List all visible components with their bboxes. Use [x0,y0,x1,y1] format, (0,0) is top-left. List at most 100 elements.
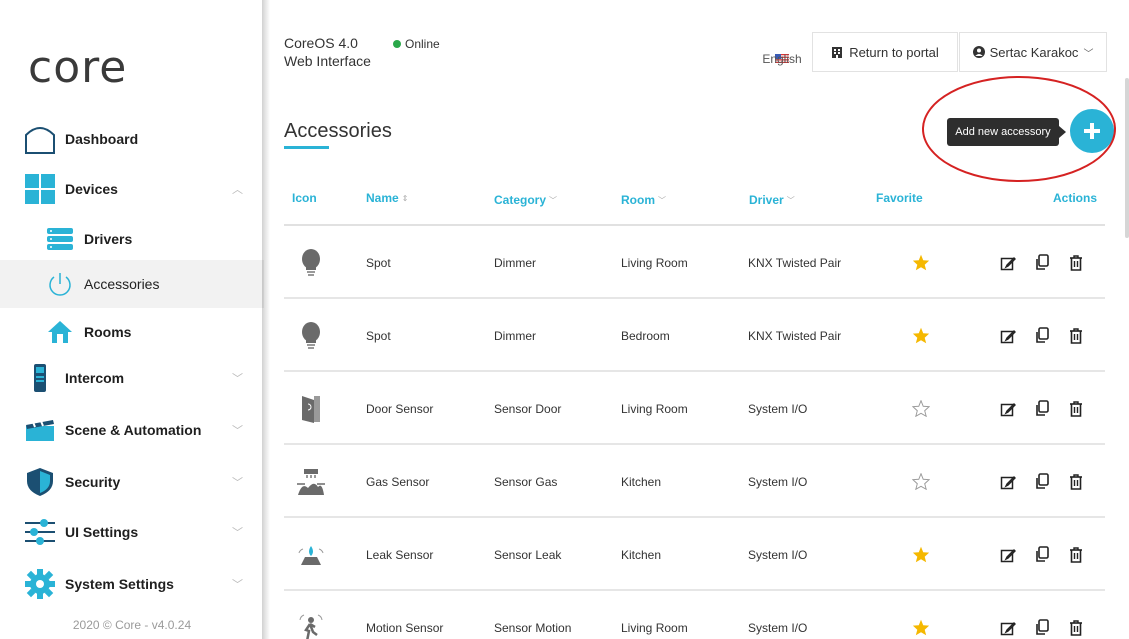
sidebar-item-scene-automation[interactable]: Scene & Automation ﹀ [0,406,264,454]
row-name: Spot [366,328,391,343]
table-row: Door Sensor Sensor Door Living Room Syst… [284,372,1105,445]
row-icon [296,372,326,445]
edit-icon[interactable] [999,619,1017,637]
table-row: Spot Dimmer Living Room KNX Twisted Pair [284,226,1105,299]
star-outline-icon [912,473,930,490]
leak-sensor-icon [298,545,324,565]
sidebar-item-label: Security [65,474,121,490]
chevron-up-icon: ︿ [232,184,243,196]
delete-icon[interactable] [1067,400,1085,418]
row-category: Dimmer [494,255,536,270]
favorite-toggle[interactable] [912,299,930,372]
delete-icon[interactable] [1067,473,1085,491]
column-header-room[interactable]: Room ﹀ [621,193,666,207]
language-selector[interactable]: English [762,52,802,66]
dashboard-icon [24,123,56,155]
sidebar-item-label: Devices [65,181,118,197]
row-room: Living Room [621,401,688,416]
sidebar-shadow [262,0,270,639]
column-header-driver[interactable]: Driver ﹀ [749,193,795,207]
logo: core [28,42,128,93]
edit-icon[interactable] [999,546,1017,564]
row-icon [296,591,326,639]
return-to-portal-button[interactable]: Return to portal [812,32,958,72]
title-underline [284,146,329,149]
copy-icon[interactable] [1033,254,1051,272]
copy-icon[interactable] [1033,327,1051,345]
add-tooltip: Add new accessory [947,118,1059,146]
delete-icon[interactable] [1067,327,1085,345]
gas-sensor-icon [297,468,325,495]
delete-icon[interactable] [1067,546,1085,564]
bulb-icon [302,321,320,349]
favorite-toggle[interactable] [912,518,930,591]
sidebar-item-dashboard[interactable]: Dashboard [0,115,264,163]
sidebar-item-ui-settings[interactable]: UI Settings ﹀ [0,508,264,556]
scene-icon [24,414,56,446]
sidebar-item-security[interactable]: Security ﹀ [0,458,264,506]
sidebar-item-devices[interactable]: Devices ︿ [0,165,264,213]
copy-icon[interactable] [1033,546,1051,564]
chevron-down-icon: ﹀ [658,195,666,205]
accessories-table: Icon Name ⇕ Category ﹀ Room ﹀ Driver ﹀ Favor… [284,180,1105,639]
sidebar-item-label: Intercom [65,370,125,386]
scrollbar[interactable] [1125,78,1129,238]
row-actions [999,372,1085,445]
favorite-toggle[interactable] [912,372,930,445]
delete-icon[interactable] [1067,254,1085,272]
row-driver: System I/O [748,620,808,635]
star-filled-icon [912,546,930,563]
copy-icon[interactable] [1033,473,1051,491]
star-filled-icon [912,254,930,271]
favorite-toggle[interactable] [912,226,930,299]
favorite-toggle[interactable] [912,445,930,518]
sidebar-item-label: Accessories [84,276,160,292]
sidebar-item-system-settings[interactable]: System Settings ﹀ [0,560,264,608]
footer-version: 2020 © Core - v4.0.24 [72,618,192,632]
row-category: Sensor Leak [494,547,562,562]
favorite-toggle[interactable] [912,591,930,639]
row-name: Motion Sensor [366,620,444,635]
column-header-category[interactable]: Category ﹀ [494,193,557,207]
chevron-down-icon: ﹀ [232,373,243,385]
door-sensor-icon [302,395,320,423]
app-title: CoreOS 4.0 Web Interface [284,34,371,70]
row-driver: KNX Twisted Pair [748,255,842,270]
add-accessory-button[interactable] [1070,109,1114,153]
page-title: Accessories [284,120,392,142]
user-icon [972,46,985,58]
gear-icon [24,568,56,600]
accessories-icon [46,270,74,298]
row-icon [296,299,326,372]
edit-icon[interactable] [999,254,1017,272]
sidebar-item-accessories[interactable]: Accessories [0,260,264,308]
tooltip-arrow [1059,126,1066,138]
building-icon [832,46,843,58]
sidebar-item-intercom[interactable]: Intercom ﹀ [0,354,264,402]
user-menu-button[interactable]: Sertac Karakoc ﹀ [959,32,1107,72]
sidebar-item-rooms[interactable]: Rooms [0,308,264,356]
sidebar-item-label: Scene & Automation [65,422,202,438]
column-header-name[interactable]: Name ⇕ [366,191,408,205]
sidebar-item-label: Dashboard [65,131,139,147]
copy-icon[interactable] [1033,400,1051,418]
devices-icon [24,173,56,205]
sidebar-item-label: System Settings [65,576,174,592]
column-header-actions: Actions [1053,191,1098,205]
edit-icon[interactable] [999,400,1017,418]
sidebar-item-drivers[interactable]: Drivers [0,215,264,263]
chevron-down-icon: ﹀ [232,579,243,591]
star-filled-icon [912,619,930,636]
copy-icon[interactable] [1033,619,1051,637]
row-category: Sensor Gas [494,474,558,489]
edit-icon[interactable] [999,473,1017,491]
star-outline-icon [912,400,930,417]
table-row: Spot Dimmer Bedroom KNX Twisted Pair [284,299,1105,372]
edit-icon[interactable] [999,327,1017,345]
motion-sensor-icon [299,614,323,639]
sidebar-item-label: UI Settings [65,524,139,540]
row-room: Kitchen [621,547,662,562]
table-row: Leak Sensor Sensor Leak Kitchen System I… [284,518,1105,591]
chevron-down-icon: ﹀ [232,527,243,539]
delete-icon[interactable] [1067,619,1085,637]
